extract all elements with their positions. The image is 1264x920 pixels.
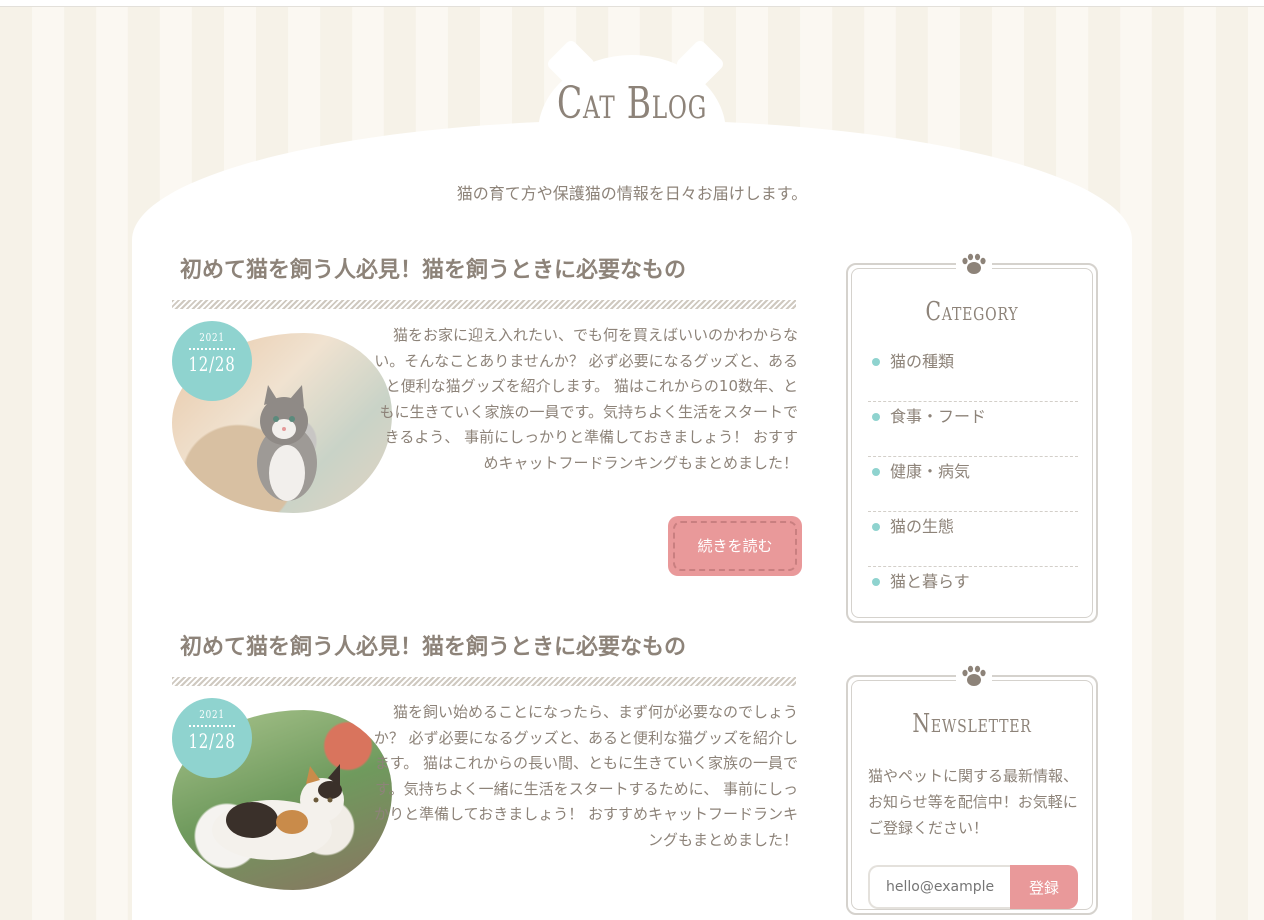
newsletter-widget: Newsletter 猫やペットに関する最新情報、お知らせ等を配信中！お気軽にご…	[846, 665, 1098, 915]
category-list: 猫の種類 食事・フード 健康・病気 猫の生態 猫と暮らす	[868, 347, 1078, 622]
post-body: 2021 12/28 猫を飼い始めることになったら、まず何が必要なのでしょうか？…	[172, 698, 802, 900]
bullet-dot-icon	[872, 413, 880, 421]
date-separator	[189, 725, 235, 727]
post-title[interactable]: 初めて猫を飼う人必見！猫を飼うときに必要なもの	[180, 631, 802, 665]
paw-icon	[956, 253, 992, 277]
bullet-dot-icon	[872, 578, 880, 586]
post-title[interactable]: 初めて猫を飼う人必見！猫を飼うときに必要なもの	[180, 254, 802, 288]
bullet-dot-icon	[872, 358, 880, 366]
category-item-label: 猫の種類	[890, 352, 955, 371]
category-item[interactable]: 健康・病気	[868, 457, 1078, 512]
paw-icon	[956, 665, 992, 689]
date-year: 2021	[199, 708, 225, 721]
date-separator	[189, 348, 235, 350]
site-title[interactable]: Cat Blog	[533, 78, 731, 129]
category-item-label: 食事・フード	[890, 407, 987, 426]
post-card: 初めて猫を飼う人必見！猫を飼うときに必要なもの 2021 12/28 猫を飼い始…	[172, 631, 802, 900]
email-field[interactable]	[868, 865, 1012, 909]
newsletter-form: 登録	[868, 865, 1078, 909]
date-badge: 2021 12/28	[172, 321, 252, 401]
subscribe-button[interactable]: 登録	[1010, 865, 1078, 909]
date-badge: 2021 12/28	[172, 698, 252, 778]
title-divider	[172, 677, 796, 686]
category-item[interactable]: 猫と暮らす	[868, 567, 1078, 622]
category-item-label: 猫の生態	[890, 517, 955, 536]
read-more-label: 続きを読む	[673, 521, 797, 571]
category-item-label: 健康・病気	[890, 462, 971, 481]
date-month-day: 12/28	[188, 729, 236, 753]
category-item[interactable]: 猫の生態	[868, 512, 1078, 567]
newsletter-text: 猫やペットに関する最新情報、お知らせ等を配信中！お気軽にご登録ください！	[868, 767, 1079, 837]
post-excerpt: 猫をお家に迎え入れたい、でも何を買えばいいのかわからない。そんなことありませんか…	[374, 326, 798, 472]
date-year: 2021	[199, 331, 225, 344]
bullet-dot-icon	[872, 468, 880, 476]
post-excerpt: 猫を飼い始めることになったら、まず何が必要なのでしょうか？ 必ず必要になるグッズ…	[373, 703, 798, 849]
post-body: 2021 12/28 猫をお家に迎え入れたい、でも何を買えばいいのかわからない。…	[172, 321, 802, 523]
category-widget: Category 猫の種類 食事・フード 健康・病気 猫の生態 猫と暮らす	[846, 253, 1098, 623]
site-description: 猫の育て方や保護猫の情報を日々お届けします。	[456, 184, 808, 203]
category-item-label: 猫と暮らす	[890, 572, 970, 591]
category-item[interactable]: 猫の種類	[868, 347, 1078, 402]
post-card: 初めて猫を飼う人必見！猫を飼うときに必要なもの 2021 12/28 猫をお家に…	[172, 254, 802, 576]
read-more-button[interactable]: 続きを読む	[668, 516, 802, 576]
category-title: Category	[925, 297, 1019, 327]
category-item[interactable]: 食事・フード	[868, 402, 1078, 457]
bullet-dot-icon	[872, 523, 880, 531]
date-month-day: 12/28	[188, 352, 236, 376]
newsletter-title: Newsletter	[912, 709, 1032, 739]
title-divider	[172, 300, 796, 309]
